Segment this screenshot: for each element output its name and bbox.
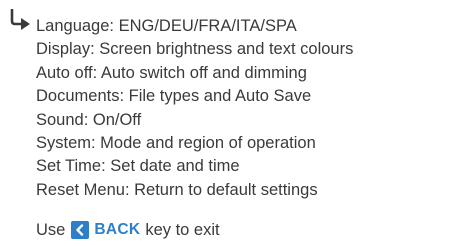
arrow-right-hooked-icon xyxy=(10,9,30,30)
menu-item-auto-off: Auto off: Auto switch off and dimming xyxy=(36,63,307,82)
settings-menu-list: Language: ENG/DEU/FRA/ITA/SPA Display: S… xyxy=(36,15,353,202)
chevron-left-icon xyxy=(71,221,90,239)
menu-item-documents: Documents: File types and Auto Save xyxy=(36,87,312,106)
back-key-badge: BACK xyxy=(71,219,140,241)
menu-item-language: Language: ENG/DEU/FRA/ITA/SPA xyxy=(36,17,297,35)
menu-item-reset-menu: Reset Menu: Return to default settings xyxy=(36,180,318,199)
exit-suffix-text: key to exit xyxy=(145,221,220,239)
menu-item-system: System: Mode and region of operation xyxy=(36,134,316,153)
menu-item-sound: Sound: On/Off xyxy=(36,110,142,129)
exit-prefix-text: Use xyxy=(36,221,66,239)
exit-instruction: Use BACK key to exit xyxy=(36,219,220,241)
menu-item-set-time: Set Time: Set date and time xyxy=(36,157,240,176)
back-key-label: BACK xyxy=(94,221,141,238)
menu-item-display: Display: Screen brightness and text colo… xyxy=(36,40,354,59)
